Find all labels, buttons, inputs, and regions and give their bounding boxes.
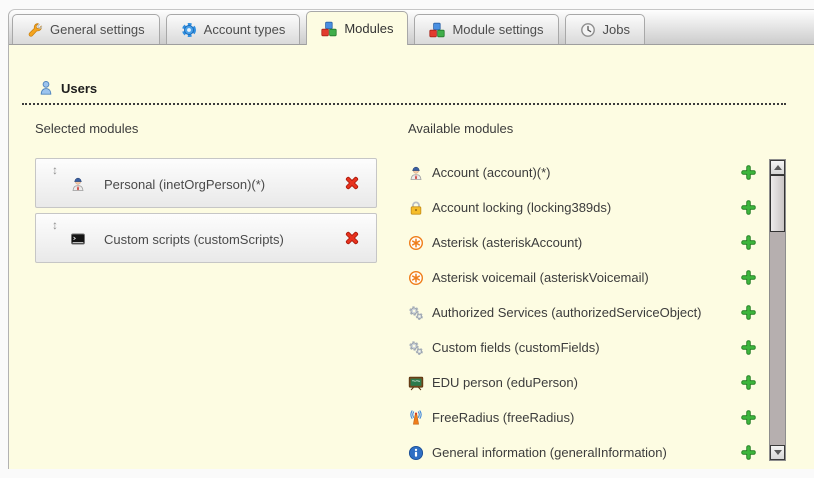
add-module-button[interactable]: [740, 234, 757, 251]
asterisk-icon: [408, 270, 424, 286]
add-module-button[interactable]: [740, 409, 757, 426]
user-icon: [408, 165, 424, 181]
add-module-button[interactable]: [740, 164, 757, 181]
chalkboard-icon: [408, 375, 424, 391]
scrollbar-down-button[interactable]: [770, 445, 785, 460]
users-icon: [38, 80, 54, 96]
drag-handle-icon[interactable]: ↕: [52, 164, 58, 176]
available-modules-label: Available modules: [408, 121, 513, 136]
lock-icon: [408, 200, 424, 216]
available-modules-scrollbar[interactable]: [769, 159, 786, 461]
users-section-header: Users: [38, 78, 97, 98]
available-module-row: Custom fields (customFields): [408, 330, 757, 365]
selected-modules-label: Selected modules: [35, 121, 138, 136]
modules-icon: [321, 21, 337, 37]
available-module-label: Account locking (locking389ds): [432, 200, 611, 215]
scrollbar-thumb[interactable]: [770, 175, 785, 232]
add-module-button[interactable]: [740, 444, 757, 461]
available-module-row: EDU person (eduPerson): [408, 365, 757, 400]
tab-label: Account types: [204, 22, 286, 37]
tab-jobs[interactable]: Jobs: [565, 14, 645, 44]
section-divider: [22, 103, 786, 105]
down-arrow-icon: [774, 450, 782, 455]
tab-general-settings[interactable]: General settings: [12, 14, 160, 44]
available-module-label: Asterisk voicemail (asteriskVoicemail): [432, 270, 649, 285]
add-module-button[interactable]: [740, 304, 757, 321]
available-module-row: General information (generalInformation): [408, 435, 757, 470]
tab-label: Jobs: [603, 22, 630, 37]
terminal-icon: [70, 231, 86, 247]
add-module-button[interactable]: [740, 199, 757, 216]
tab-account-types[interactable]: Account types: [166, 14, 301, 44]
available-module-row: Account locking (locking389ds): [408, 190, 757, 225]
gears-icon: [408, 340, 424, 356]
available-modules-list: Account (account)(*) Account locking (loc…: [408, 155, 757, 470]
gear-icon: [181, 22, 197, 38]
available-module-label: General information (generalInformation): [432, 445, 667, 460]
available-module-row: Asterisk (asteriskAccount): [408, 225, 757, 260]
clock-icon: [580, 22, 596, 38]
available-module-label: Custom fields (customFields): [432, 340, 600, 355]
available-module-label: Authorized Services (authorizedServiceOb…: [432, 305, 702, 320]
antenna-icon: [408, 410, 424, 426]
selected-module-label: Custom scripts (customScripts): [104, 214, 284, 264]
available-module-label: EDU person (eduPerson): [432, 375, 578, 390]
tab-bar: General settings Account types Modules M…: [9, 10, 814, 45]
tab-label: Module settings: [452, 22, 543, 37]
available-module-row: Account (account)(*): [408, 155, 757, 190]
available-module-row: FreeRadius (freeRadius): [408, 400, 757, 435]
wrench-icon: [27, 22, 43, 38]
asterisk-icon: [408, 235, 424, 251]
scrollbar-up-button[interactable]: [770, 160, 785, 175]
up-arrow-icon: [774, 165, 782, 170]
drag-handle-icon[interactable]: ↕: [52, 219, 58, 231]
remove-module-button[interactable]: [343, 229, 361, 247]
user-icon: [70, 176, 86, 192]
add-module-button[interactable]: [740, 339, 757, 356]
add-module-button[interactable]: [740, 374, 757, 391]
available-module-label: Asterisk (asteriskAccount): [432, 235, 582, 250]
selected-module-item[interactable]: ↕ Custom scripts (customScripts): [35, 213, 377, 263]
section-title: Users: [61, 81, 97, 96]
available-module-row: Authorized Services (authorizedServiceOb…: [408, 295, 757, 330]
modules-icon: [429, 22, 445, 38]
available-module-label: Account (account)(*): [432, 165, 551, 180]
lam-configuration-window: General settings Account types Modules M…: [8, 9, 814, 469]
modules-panel: Users Selected modules Available modules…: [9, 45, 814, 469]
available-module-label: FreeRadius (freeRadius): [432, 410, 574, 425]
add-module-button[interactable]: [740, 269, 757, 286]
available-module-row: Asterisk voicemail (asteriskVoicemail): [408, 260, 757, 295]
gears-icon: [408, 305, 424, 321]
tab-label: General settings: [50, 22, 145, 37]
selected-modules-list: ↕ Personal (inetOrgPerson)(*) ↕ Custom scri…: [35, 158, 377, 268]
selected-module-item[interactable]: ↕ Personal (inetOrgPerson)(*): [35, 158, 377, 208]
info-icon: [408, 445, 424, 461]
selected-module-label: Personal (inetOrgPerson)(*): [104, 159, 265, 209]
tab-modules[interactable]: Modules: [306, 11, 408, 45]
tab-label: Modules: [344, 21, 393, 36]
remove-module-button[interactable]: [343, 174, 361, 192]
tab-module-settings[interactable]: Module settings: [414, 14, 558, 44]
